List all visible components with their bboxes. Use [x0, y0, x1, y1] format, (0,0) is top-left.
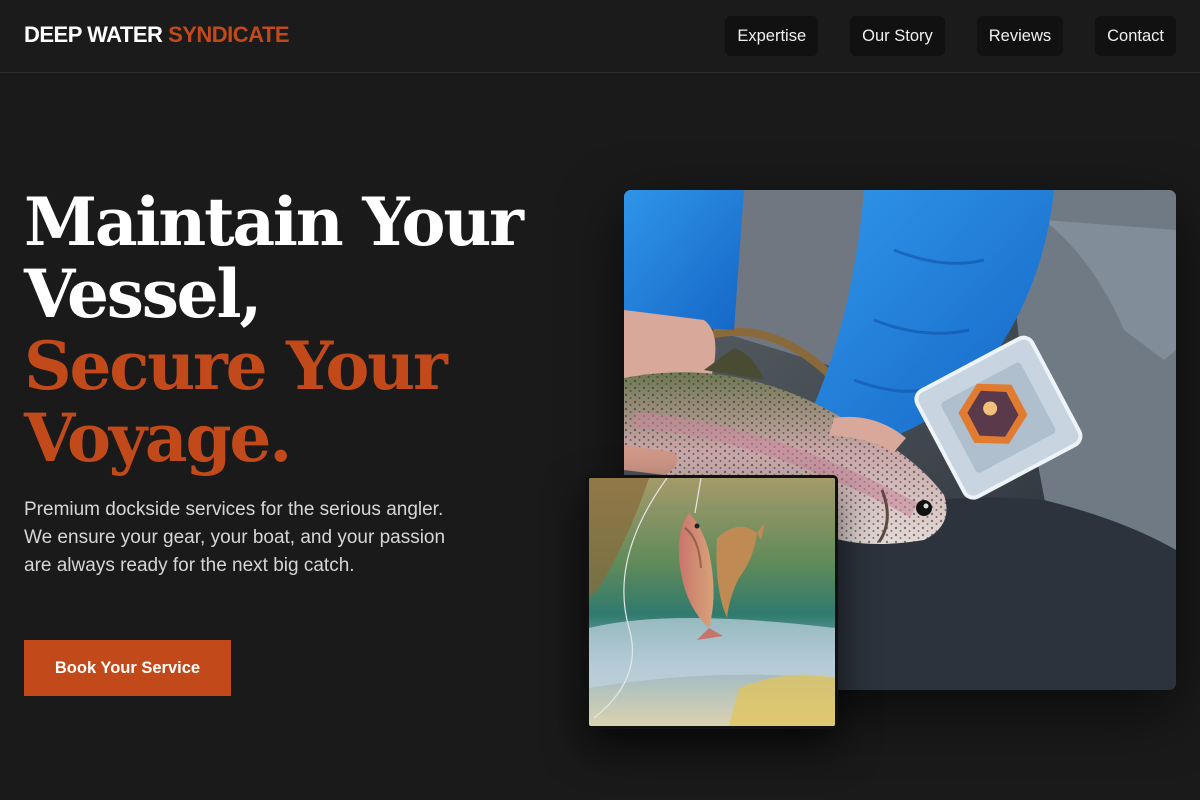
brand-logo[interactable]: DEEP WATER SYNDICATE: [24, 22, 290, 48]
nav-item-our-story[interactable]: Our Story: [850, 16, 945, 56]
hero-title-line-3: Secure Your: [24, 327, 448, 405]
trout-on-line-illustration: [589, 478, 835, 726]
hero-title-line-2: Vessel,: [24, 255, 262, 333]
nav-item-expertise[interactable]: Expertise: [725, 16, 819, 56]
hero-title: Maintain Your Vessel, Secure Your Voyage…: [24, 186, 564, 474]
hero-title-line-4: Voyage.: [24, 399, 292, 477]
main-nav: Expertise Our Story Reviews Contact: [725, 16, 1176, 56]
site-header: DEEP WATER SYNDICATE Expertise Our Story…: [0, 0, 1200, 73]
brand-name-primary: DEEP WATER: [24, 22, 163, 47]
hero-title-line-1: Maintain Your: [24, 183, 524, 261]
book-service-button[interactable]: Book Your Service: [24, 640, 231, 696]
nav-item-reviews[interactable]: Reviews: [976, 16, 1064, 56]
hero-description: Premium dockside services for the seriou…: [24, 499, 446, 576]
trout-on-line-photo: [586, 475, 838, 729]
nav-item-contact[interactable]: Contact: [1095, 16, 1176, 56]
brand-name-accent: SYNDICATE: [168, 22, 290, 47]
